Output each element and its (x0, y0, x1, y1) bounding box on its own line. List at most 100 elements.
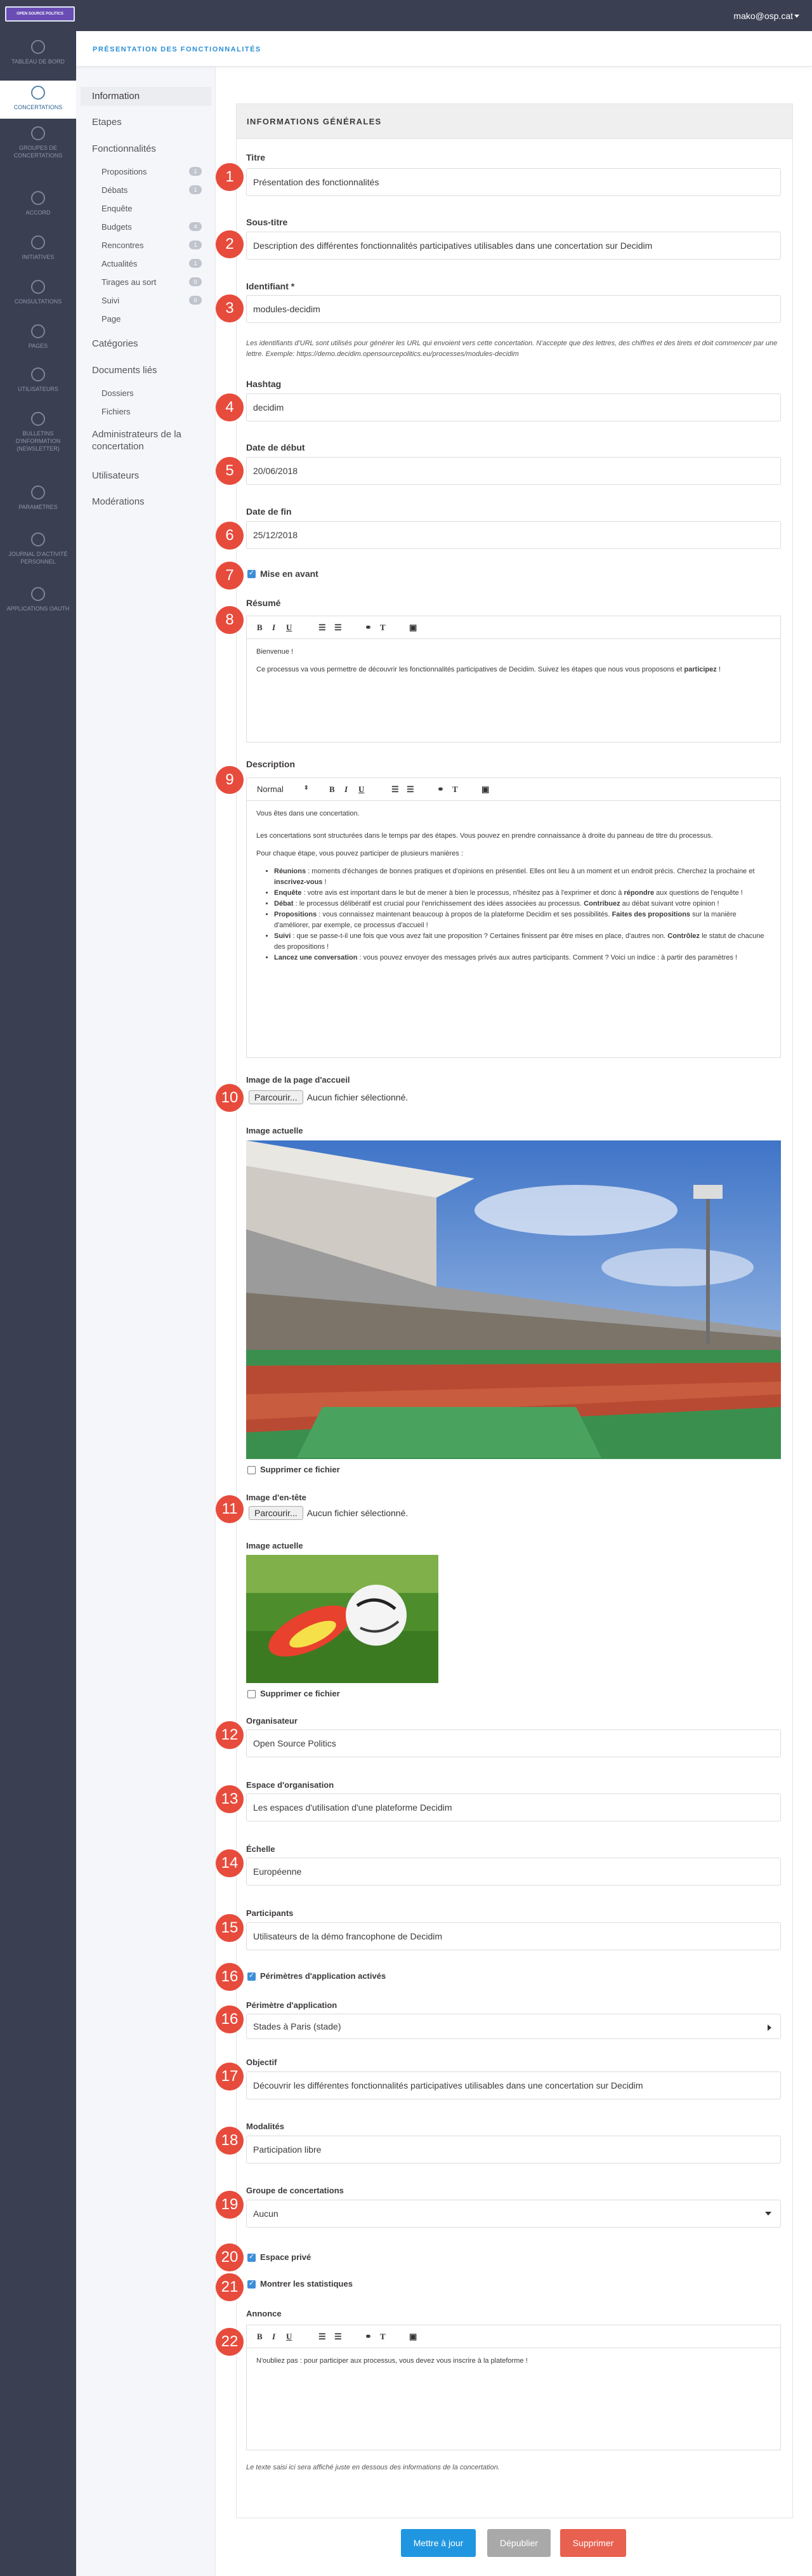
step-marker: 18 (216, 2127, 244, 2155)
link-icon[interactable]: ⚭ (365, 623, 372, 633)
sidebar-item-dashboard[interactable]: Tableau de bord (0, 40, 76, 65)
groupe-select[interactable]: Aucun (246, 2200, 781, 2228)
format-select[interactable]: Normal (257, 784, 284, 794)
titre-input[interactable]: Présentation des fonctionnalités (246, 168, 781, 196)
resume-toolbar: B I U ☰ ☰ ⚭ T ▣ (246, 616, 781, 638)
subnav-information[interactable]: Information (81, 87, 211, 106)
echelle-input[interactable]: Européenne (246, 1858, 781, 1886)
date-fin-input[interactable]: 25/12/2018 (246, 521, 781, 549)
sidebar-item-concertations[interactable]: Concertations (0, 81, 76, 119)
bold-icon[interactable]: B (257, 623, 263, 633)
soustitre-input[interactable]: Description des différentes fonctionnali… (246, 232, 781, 260)
annonce-editor[interactable]: N'oubliez pas : pour participer aux proc… (246, 2348, 781, 2450)
bold-icon[interactable]: B (329, 784, 335, 795)
participants-input[interactable]: Utilisateurs de la démo francophone de D… (246, 1922, 781, 1950)
user-menu[interactable]: mako@osp.cat (733, 11, 793, 21)
delete-file-checkbox[interactable] (247, 1690, 256, 1698)
logo[interactable]: OPEN SOURCE POLITICS (5, 6, 75, 22)
sidebar-item-consultations[interactable]: Consultations (0, 280, 76, 305)
step-marker: 1 (216, 163, 244, 191)
sidebar-item-initiatives[interactable]: Initiatives (0, 235, 76, 261)
sidebar-item-parametres[interactable]: Paramètres (0, 485, 76, 511)
subnav-etapes[interactable]: Etapes (92, 116, 122, 128)
chevron-updown-icon[interactable]: ⇕ (304, 784, 309, 791)
browse-button[interactable]: Parcourir... (249, 1506, 303, 1520)
hashtag-input[interactable]: decidim (246, 393, 781, 421)
update-button[interactable]: Mettre à jour (401, 2529, 476, 2557)
bullet-list-icon[interactable]: ☰ (334, 623, 342, 633)
ordered-list-icon[interactable]: ☰ (318, 623, 326, 633)
subnav-documents[interactable]: Documents liés (92, 364, 157, 376)
subnav-administrateurs[interactable]: Administrateurs de la concertation (92, 428, 206, 452)
bullet-list-icon[interactable]: ☰ (334, 2332, 342, 2342)
subnav-component-item[interactable]: Budgets (102, 221, 132, 233)
subnav-component-item[interactable]: Débats (102, 184, 128, 196)
italic-icon[interactable]: I (272, 2332, 275, 2342)
bold-icon[interactable]: B (257, 2332, 263, 2342)
subnav-component-item[interactable]: Page (102, 313, 121, 325)
delete-file-checkbox[interactable] (247, 1466, 256, 1474)
subnav-utilisateurs[interactable]: Utilisateurs (92, 470, 139, 482)
browse-button[interactable]: Parcourir... (249, 1090, 303, 1104)
subnav-component-item[interactable]: Tirages au sort (102, 276, 156, 288)
espace-input[interactable]: Les espaces d'utilisation d'une platefor… (246, 1793, 781, 1821)
unpublish-button[interactable]: Dépublier (487, 2529, 551, 2557)
video-icon[interactable]: ▣ (409, 623, 417, 633)
groups-icon (31, 126, 45, 140)
clear-format-icon[interactable]: T (380, 623, 386, 633)
subnav-component-item[interactable]: Suivi (102, 294, 119, 307)
checkbox-label: Espace privé (260, 2252, 311, 2262)
italic-icon[interactable]: I (344, 784, 348, 795)
link-icon[interactable]: ⚭ (365, 2332, 372, 2342)
step-marker: 16 (216, 1963, 244, 1991)
video-icon[interactable]: ▣ (409, 2332, 417, 2342)
description-editor[interactable]: Vous êtes dans une concertation. Les con… (246, 800, 781, 1058)
checkbox-label: Mise en avant (260, 569, 318, 579)
perimetres-checkbox[interactable] (247, 1971, 256, 1981)
file-input[interactable]: Parcourir... Aucun fichier sélectionné. (249, 1090, 408, 1104)
sidebar-item-groupes[interactable]: Groupes de concertations (0, 126, 76, 159)
clear-format-icon[interactable]: T (452, 784, 458, 795)
subnav-component-item[interactable]: Actualités (102, 258, 137, 270)
list-item: Débat : le processus délibératif est cru… (274, 899, 771, 909)
perimetre-select[interactable]: Stades à Paris (stade) (246, 2014, 781, 2039)
ordered-list-icon[interactable]: ☰ (318, 2332, 326, 2342)
statistiques-checkbox[interactable] (247, 2279, 256, 2289)
bullet-list-icon[interactable]: ☰ (407, 784, 414, 795)
subnav-component-item[interactable]: Enquête (102, 202, 132, 215)
espace-prive-checkbox[interactable] (247, 2252, 256, 2262)
modalites-input[interactable]: Participation libre (246, 2136, 781, 2163)
objectif-input[interactable]: Découvrir les différentes fonctionnalité… (246, 2071, 781, 2099)
sidebar-item-utilisateurs[interactable]: Utilisateurs (0, 367, 76, 393)
mise-en-avant-checkbox[interactable] (247, 569, 256, 578)
sidebar-item-journal[interactable]: Journal d'activité personnel (0, 532, 76, 565)
file-input[interactable]: Parcourir... Aucun fichier sélectionné. (249, 1506, 408, 1520)
subnav-moderations[interactable]: Modérations (92, 496, 145, 508)
subnav-dossiers[interactable]: Dossiers (102, 387, 134, 399)
underline-icon[interactable]: U (286, 2332, 292, 2342)
field-label: Périmètre d'application (246, 2000, 337, 2010)
sidebar-item-newsletter[interactable]: Bulletins d'information (newsletter) (0, 412, 76, 452)
chevron-down-icon[interactable] (794, 15, 799, 18)
underline-icon[interactable]: U (286, 623, 292, 633)
video-icon[interactable]: ▣ (481, 784, 489, 795)
subnav-component-item[interactable]: Rencontres (102, 239, 143, 251)
underline-icon[interactable]: U (358, 784, 364, 795)
subnav-component-item[interactable]: Propositions (102, 166, 147, 178)
subnav-categories[interactable]: Catégories (92, 338, 138, 350)
checkbox-label: Supprimer ce fichier (260, 1689, 340, 1698)
subnav-fichiers[interactable]: Fichiers (102, 406, 131, 418)
ordered-list-icon[interactable]: ☰ (391, 784, 399, 795)
identifiant-input[interactable]: modules-decidim (246, 295, 781, 323)
link-icon[interactable]: ⚭ (437, 784, 444, 795)
sidebar-item-oauth[interactable]: Applications OAuth (0, 587, 76, 612)
delete-button[interactable]: Supprimer (560, 2529, 626, 2557)
italic-icon[interactable]: I (272, 623, 275, 633)
sidebar-item-pages[interactable]: Pages (0, 324, 76, 350)
sidebar-item-accord[interactable]: Accord (0, 191, 76, 216)
subnav-fonctionnalites[interactable]: Fonctionnalités (92, 143, 156, 155)
date-debut-input[interactable]: 20/06/2018 (246, 457, 781, 485)
clear-format-icon[interactable]: T (380, 2332, 386, 2342)
organisateur-input[interactable]: Open Source Politics (246, 1729, 781, 1757)
resume-editor[interactable]: Bienvenue ! Ce processus va vous permett… (246, 638, 781, 743)
